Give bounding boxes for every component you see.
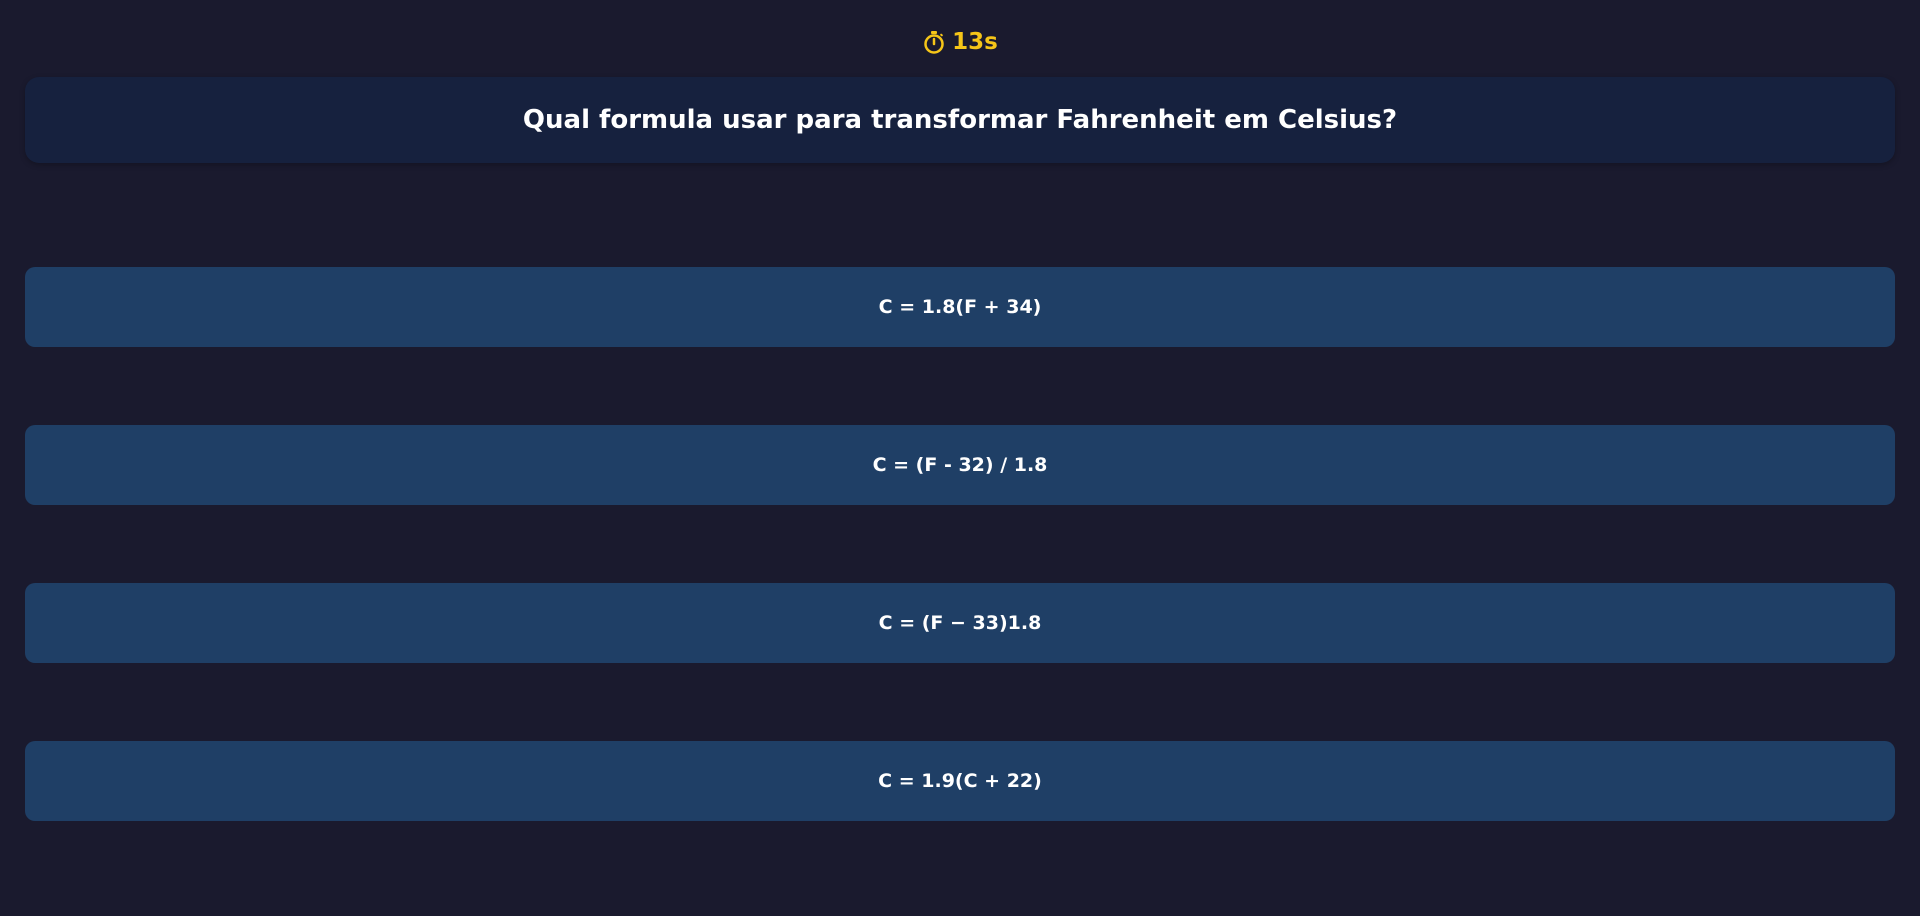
quiz-page: 13s Qual formula usar para transformar F… <box>0 0 1920 916</box>
question-card: Qual formula usar para transformar Fahre… <box>25 77 1895 163</box>
answer-option-label: C = 1.9(C + 22) <box>878 770 1042 792</box>
question-text: Qual formula usar para transformar Fahre… <box>522 105 1398 135</box>
answer-options: C = 1.8(F + 34) C = (F - 32) / 1.8 C = (… <box>25 267 1895 899</box>
answer-option-label: C = 1.8(F + 34) <box>878 296 1042 318</box>
answer-option-3[interactable]: C = (F − 33)1.8 <box>25 583 1895 663</box>
answer-option-label: C = (F - 32) / 1.8 <box>872 454 1048 476</box>
answer-option-2[interactable]: C = (F - 32) / 1.8 <box>25 425 1895 505</box>
answer-option-label: C = (F − 33)1.8 <box>878 612 1042 634</box>
timer-value: 13s <box>952 29 998 55</box>
countdown-timer: 13s <box>0 24 1920 60</box>
answer-option-4[interactable]: C = 1.9(C + 22) <box>25 741 1895 821</box>
answer-option-1[interactable]: C = 1.8(F + 34) <box>25 267 1895 347</box>
stopwatch-icon <box>922 30 946 54</box>
